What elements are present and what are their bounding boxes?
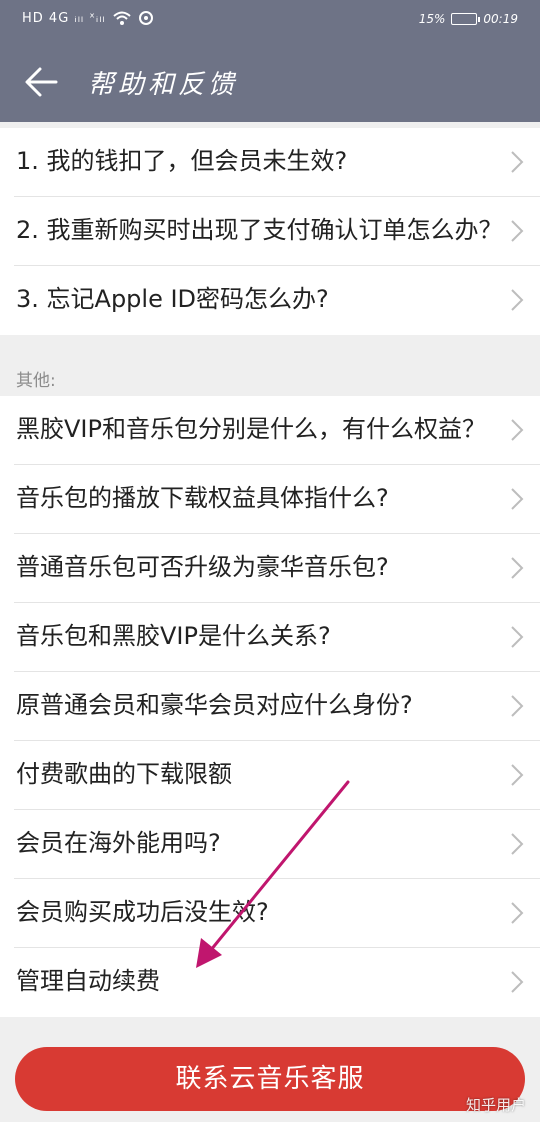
faq-item-relation[interactable]: 音乐包和黑胶VIP是什么关系? [14,603,540,672]
sync-icon [138,11,153,25]
faq-item-package-rights[interactable]: 音乐包的播放下载权益具体指什么? [14,465,540,534]
chevron-right-icon [511,419,524,441]
faq-item-label: 1. 我的钱扣了，但会员未生效? [16,147,348,175]
signal-indicators: HD 4G ᵢₗₗ ˣᵢₗₗ [22,10,154,26]
chevron-right-icon [511,833,524,855]
chevron-right-icon [511,488,524,510]
faq-item-label: 付费歌曲的下载限额 [16,760,232,788]
section-header-other: 其他: [16,371,56,391]
faq-group-other: 黑胶VIP和音乐包分别是什么，有什么权益？ 音乐包的播放下载权益具体指什么? 普… [0,396,540,1017]
faq-item-not-effective[interactable]: 会员购买成功后没生效? [14,879,540,948]
chevron-right-icon [511,289,524,311]
faq-item-label: 原普通会员和豪华会员对应什么身份? [16,691,413,719]
faq-item-label: 会员在海外能用吗? [16,829,221,857]
chevron-right-icon [511,557,524,579]
page-title: 帮助和反馈 [88,70,239,100]
battery-percent: 15% [418,12,446,26]
faq-item-label: 普通音乐包可否升级为豪华音乐包? [16,553,389,581]
contact-support-button[interactable]: 联系云音乐客服 [15,1047,525,1111]
chevron-right-icon [511,764,524,786]
faq-item-auto-renew[interactable]: 管理自动续费 [14,948,540,1017]
faq-item-upgrade[interactable]: 普通音乐包可否升级为豪华音乐包? [14,534,540,603]
faq-item-overseas[interactable]: 会员在海外能用吗? [14,810,540,879]
faq-item-1[interactable]: 1. 我的钱扣了，但会员未生效? [14,128,540,197]
chevron-right-icon [511,971,524,993]
chevron-right-icon [511,695,524,717]
faq-item-label: 2. 我重新购买时出现了支付确认订单怎么办？ [16,216,503,244]
back-arrow-icon[interactable] [22,62,62,102]
faq-item-label: 黑胶VIP和音乐包分别是什么，有什么权益？ [16,415,486,443]
signal-text: HD 4G ᵢₗₗ ˣᵢₗₗ [22,10,106,26]
status-bar: HD 4G ᵢₗₗ ˣᵢₗₗ 15% 00:19 [0,0,540,42]
faq-item-vip-vs-package[interactable]: 黑胶VIP和音乐包分别是什么，有什么权益？ [14,396,540,465]
faq-item-label: 会员购买成功后没生效? [16,898,269,926]
chevron-right-icon [511,626,524,648]
clock: 00:19 [483,12,518,26]
chevron-right-icon [511,220,524,242]
status-right: 15% 00:19 [419,12,518,26]
faq-item-label: 管理自动续费 [16,967,160,995]
faq-item-label: 音乐包和黑胶VIP是什么关系? [16,622,331,650]
watermark: 知乎用户 [465,1096,526,1114]
faq-item-identity[interactable]: 原普通会员和豪华会员对应什么身份? [14,672,540,741]
wifi-icon [112,11,131,25]
faq-item-3[interactable]: 3. 忘记Apple ID密码怎么办? [14,266,540,335]
chevron-right-icon [511,151,524,173]
faq-group-payment: 1. 我的钱扣了，但会员未生效? 2. 我重新购买时出现了支付确认订单怎么办？ … [0,128,540,335]
faq-item-2[interactable]: 2. 我重新购买时出现了支付确认订单怎么办？ [14,197,540,266]
chevron-right-icon [511,902,524,924]
battery-icon [451,13,481,25]
faq-item-label: 3. 忘记Apple ID密码怎么办? [16,285,329,313]
faq-item-label: 音乐包的播放下载权益具体指什么? [16,484,389,512]
faq-item-download-limit[interactable]: 付费歌曲的下载限额 [14,741,540,810]
nav-bar: 帮助和反馈 [0,42,540,122]
